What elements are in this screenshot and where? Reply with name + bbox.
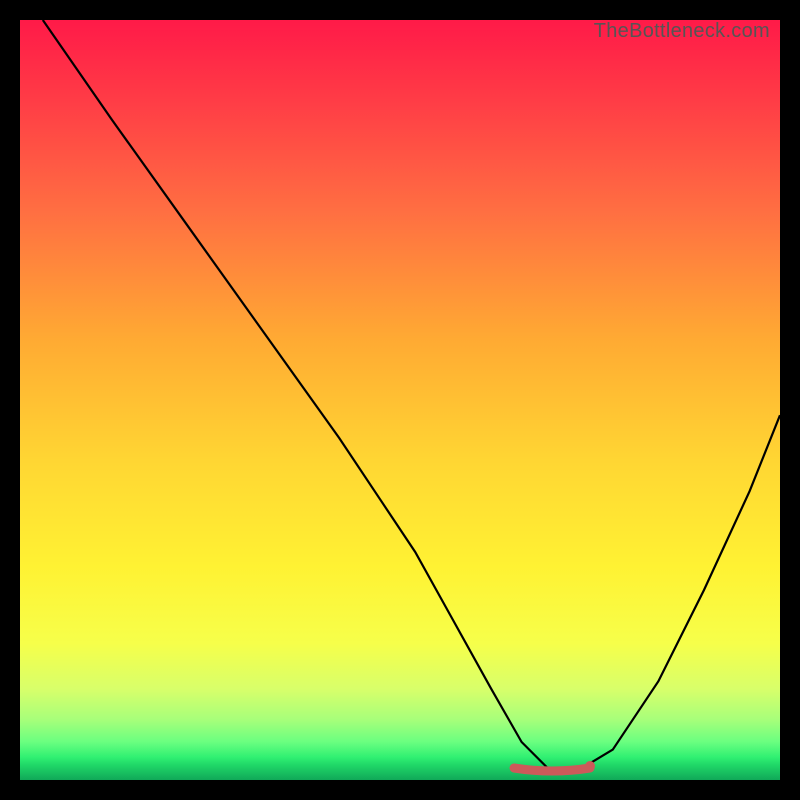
plateau-marker [514,768,590,771]
bottleneck-curve-line [43,20,780,772]
watermark-text: TheBottleneck.com [594,20,770,43]
chart-svg [20,20,780,780]
plateau-end-dot [585,761,595,771]
chart-frame: TheBottleneck.com [20,20,780,780]
